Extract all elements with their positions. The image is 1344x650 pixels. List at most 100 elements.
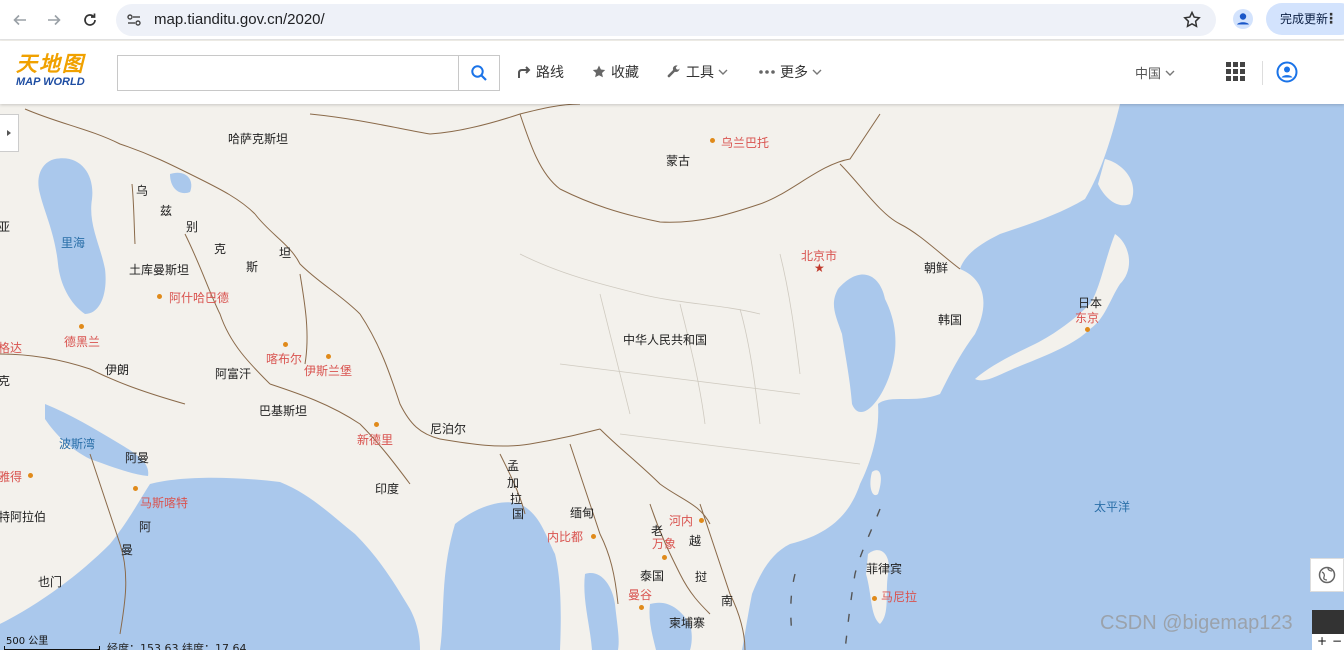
map-label-country[interactable]: 老 — [651, 524, 663, 538]
user-account-icon[interactable] — [1276, 61, 1298, 83]
map-label-country[interactable]: 孟 — [507, 459, 519, 473]
map-label-country[interactable]: 别 — [186, 220, 198, 234]
map-label-country[interactable]: 也门 — [38, 575, 62, 589]
map-label-water[interactable]: 波斯湾 — [59, 437, 95, 451]
map-label-city[interactable]: 万象 — [652, 537, 676, 551]
map-label-city[interactable]: 河内 — [669, 514, 693, 528]
map-label-country[interactable]: 泰国 — [640, 569, 664, 583]
route-tool[interactable]: 路线 — [516, 61, 564, 83]
map-label-country[interactable]: 拉 — [510, 492, 522, 506]
map-label-country[interactable]: 巴基斯坦 — [259, 404, 307, 418]
sidebar-toggle-tab[interactable] — [0, 114, 19, 152]
bookmark-star-icon[interactable] — [1182, 10, 1202, 30]
map-label-country[interactable]: 亚 — [0, 220, 10, 234]
map-label-country[interactable]: 克 — [0, 374, 10, 388]
city-marker-dot[interactable] — [1085, 327, 1090, 332]
city-marker-dot[interactable] — [28, 473, 33, 478]
map-label-country[interactable]: 缅甸 — [570, 506, 594, 520]
map-label-country[interactable]: 斯 — [246, 260, 258, 274]
back-arrow-icon — [13, 14, 26, 26]
favorites-tool[interactable]: 收藏 — [591, 61, 639, 83]
search-input[interactable] — [117, 55, 459, 91]
city-marker-dot[interactable] — [710, 138, 715, 143]
map-canvas[interactable]: 哈萨克斯坦 蒙古 乌兰巴托乌兹别克斯坦里海 土库曼斯坦 阿什哈巴德 北京市 朝鲜 韩国 日本 东京… — [0, 104, 1344, 650]
city-marker-dot[interactable] — [283, 342, 288, 347]
site-settings-icon[interactable] — [126, 12, 142, 28]
map-label-city[interactable]: 格达 — [0, 341, 22, 355]
map-label-country[interactable]: 日本 — [1078, 296, 1102, 310]
star-icon — [592, 65, 606, 78]
globe-view-button[interactable] — [1310, 558, 1344, 592]
url-text[interactable]: map.tianditu.gov.cn/2020/ — [154, 10, 325, 30]
map-label-country[interactable]: 克 — [214, 242, 226, 256]
map-label-country[interactable]: 阿富汗 — [215, 367, 251, 381]
map-label-city[interactable]: 乌兰巴托 — [721, 136, 769, 150]
map-label-city[interactable]: 雅得 — [0, 470, 22, 484]
map-label-country[interactable]: 韩国 — [938, 313, 962, 327]
tools-dropdown[interactable]: 工具 — [666, 61, 728, 83]
back-button[interactable] — [8, 8, 32, 32]
map-label-country[interactable]: 中华人民共和国 — [623, 333, 707, 347]
map-label-city[interactable]: 喀布尔 — [266, 352, 302, 366]
map-label-country[interactable]: 越 — [689, 534, 701, 548]
map-label-country[interactable]: 乌 — [136, 184, 148, 198]
complete-update-button[interactable]: 完成更新 ⋮ — [1266, 3, 1344, 35]
map-label-country[interactable]: 特阿拉伯 — [0, 510, 46, 524]
map-label-city[interactable]: 马斯喀特 — [140, 496, 188, 510]
region-selector[interactable]: 中国 — [1135, 63, 1175, 82]
apps-grid-icon[interactable] — [1226, 62, 1245, 81]
browser-menu-icon[interactable]: ⋮ — [1324, 3, 1338, 35]
profile-avatar-icon[interactable] — [1232, 8, 1254, 30]
map-label-country[interactable]: 朝鲜 — [924, 261, 948, 275]
map-label-city[interactable]: 内比都 — [547, 530, 583, 544]
map-label-country[interactable]: 兹 — [160, 204, 172, 218]
map-label-country[interactable]: 曼 — [121, 543, 133, 557]
reload-icon — [84, 13, 96, 26]
map-label-water[interactable]: 里海 — [61, 236, 85, 250]
map-label-city[interactable]: 曼谷 — [628, 588, 652, 602]
city-marker-dot[interactable] — [872, 596, 877, 601]
map-label-country[interactable]: 柬埔寨 — [669, 616, 705, 630]
city-marker-dot[interactable] — [326, 354, 331, 359]
map-label-country[interactable]: 阿曼 — [125, 451, 149, 465]
forward-button[interactable] — [42, 8, 66, 32]
map-label-water[interactable]: 太平洋 — [1094, 500, 1130, 514]
map-label-city[interactable]: 新德里 — [357, 433, 393, 447]
map-label-country[interactable]: 印度 — [375, 482, 399, 496]
map-label-country[interactable]: 尼泊尔 — [430, 422, 466, 436]
map-label-country[interactable]: 哈萨克斯坦 — [228, 132, 288, 146]
city-marker-dot[interactable] — [639, 605, 644, 610]
map-label-city[interactable]: 马尼拉 — [881, 590, 917, 604]
zoom-in-button[interactable]: + — [1317, 634, 1327, 648]
map-label-city[interactable]: 伊斯兰堡 — [304, 364, 352, 378]
map-label-city[interactable]: 德黑兰 — [64, 335, 100, 349]
address-bar[interactable]: map.tianditu.gov.cn/2020/ — [116, 4, 1216, 36]
map-label-country[interactable]: 国 — [512, 507, 524, 521]
capital-star-icon[interactable]: ★ — [814, 262, 825, 274]
city-marker-dot[interactable] — [157, 294, 162, 299]
city-marker-dot[interactable] — [133, 486, 138, 491]
zoom-out-button[interactable]: − — [1332, 634, 1342, 648]
map-label-country[interactable]: 阿 — [139, 520, 151, 534]
map-label-country[interactable]: 菲律宾 — [866, 562, 902, 576]
map-label-country[interactable]: 挝 — [695, 570, 707, 584]
city-marker-dot[interactable] — [79, 324, 84, 329]
tianditu-logo[interactable]: 天地图 MAP WORLD — [16, 52, 98, 94]
reload-button[interactable] — [78, 8, 102, 32]
map-label-city[interactable]: 阿什哈巴德 — [169, 291, 229, 305]
layer-switch-button[interactable] — [1312, 610, 1344, 636]
city-marker-dot[interactable] — [374, 422, 379, 427]
city-marker-dot[interactable] — [591, 534, 596, 539]
map-label-country[interactable]: 伊朗 — [105, 363, 129, 377]
search-button[interactable] — [458, 55, 500, 91]
map-label-country[interactable]: 南 — [721, 594, 733, 608]
city-marker-dot[interactable] — [699, 518, 704, 523]
screen: map.tianditu.gov.cn/2020/ 完成更新 ⋮ 天地图 MAP… — [0, 0, 1344, 650]
map-label-country[interactable]: 土库曼斯坦 — [129, 263, 189, 277]
more-dropdown[interactable]: 更多 — [758, 61, 822, 83]
city-marker-dot[interactable] — [662, 555, 667, 560]
map-label-country[interactable]: 加 — [507, 476, 519, 490]
map-label-city[interactable]: 东京 — [1075, 311, 1099, 325]
map-label-country[interactable]: 蒙古 — [666, 154, 690, 168]
map-label-country[interactable]: 坦 — [279, 246, 291, 260]
